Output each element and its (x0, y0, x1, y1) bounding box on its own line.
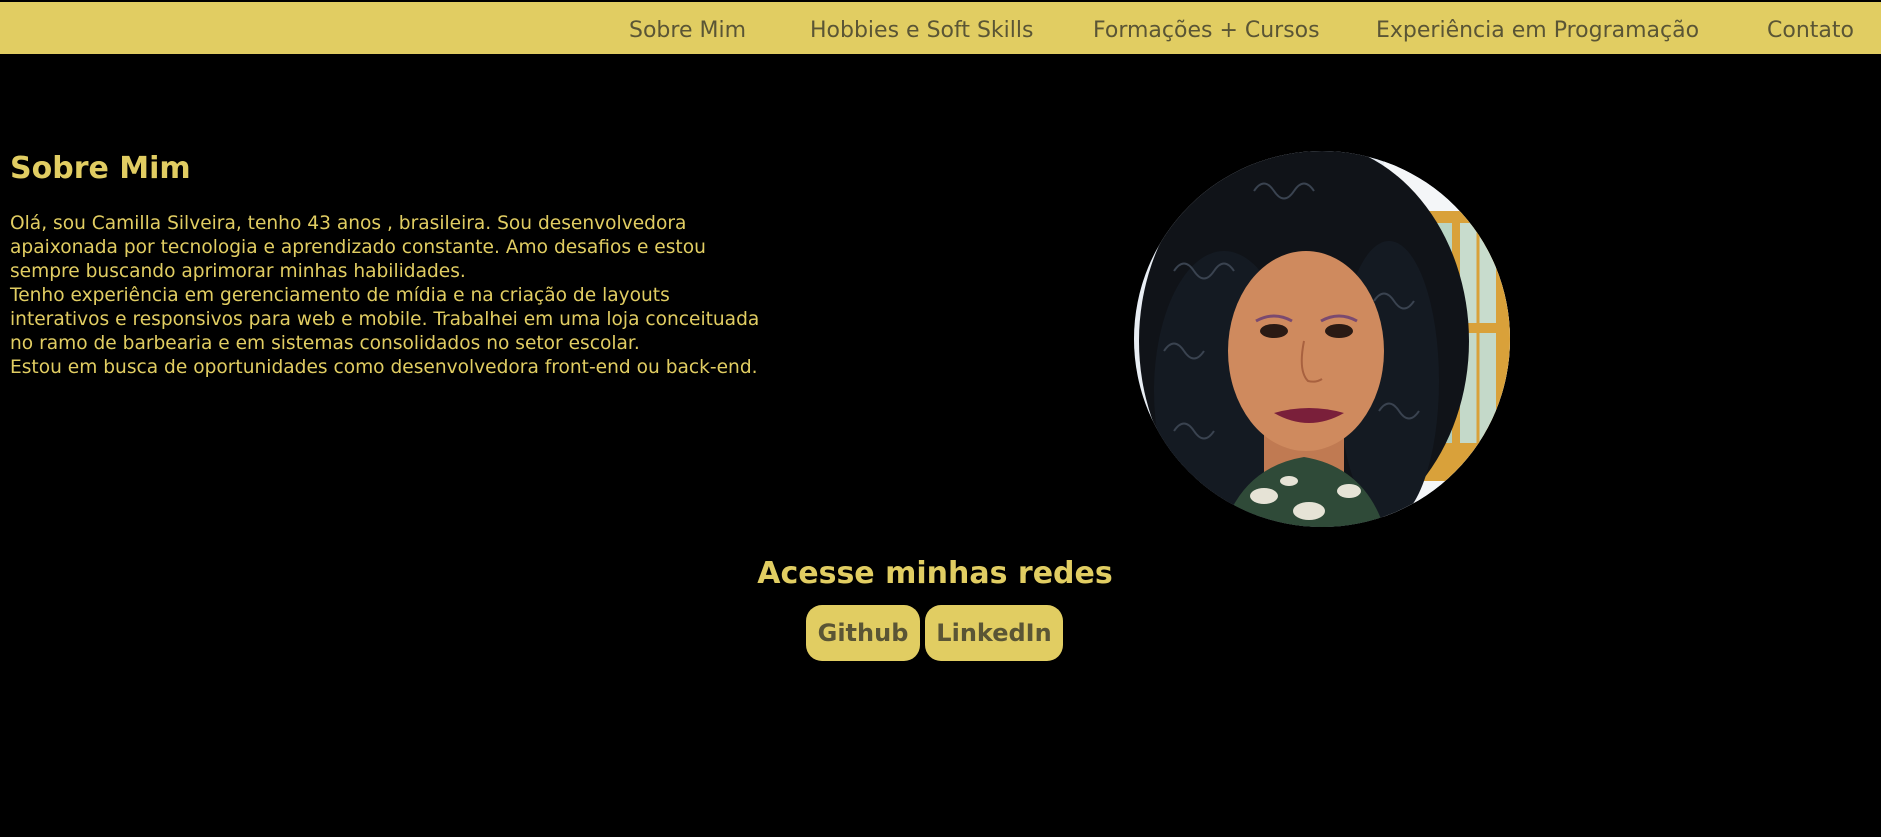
linkedin-button[interactable]: LinkedIn (925, 605, 1063, 661)
nav-link-hobbies[interactable]: Hobbies e Soft Skills (810, 17, 1033, 45)
about-paragraph: Estou em busca de oportunidades como des… (10, 357, 758, 378)
about-paragraph: Olá, sou Camilla Silveira, tenho 43 anos… (10, 213, 706, 282)
nav-link-experiencia[interactable]: Experiência em Programação (1376, 17, 1699, 45)
nav-link-contato[interactable]: Contato (1767, 17, 1854, 45)
about-paragraph: Tenho experiência em gerenciamento de mí… (10, 285, 760, 354)
about-title: Sobre Mim (10, 151, 191, 186)
profile-photo-illustration (1134, 151, 1510, 527)
top-navbar: Sobre Mim Hobbies e Soft Skills Formaçõe… (0, 2, 1881, 54)
nav-link-sobre-mim[interactable]: Sobre Mim (629, 17, 746, 45)
profile-photo (1134, 151, 1510, 527)
about-text: Olá, sou Camilla Silveira, tenho 43 anos… (10, 212, 770, 380)
networks-title: Acesse minhas redes (757, 556, 1113, 591)
github-button[interactable]: Github (806, 605, 920, 661)
nav-link-formacoes[interactable]: Formações + Cursos (1093, 17, 1320, 45)
page: Sobre Mim Hobbies e Soft Skills Formaçõe… (0, 0, 1881, 837)
